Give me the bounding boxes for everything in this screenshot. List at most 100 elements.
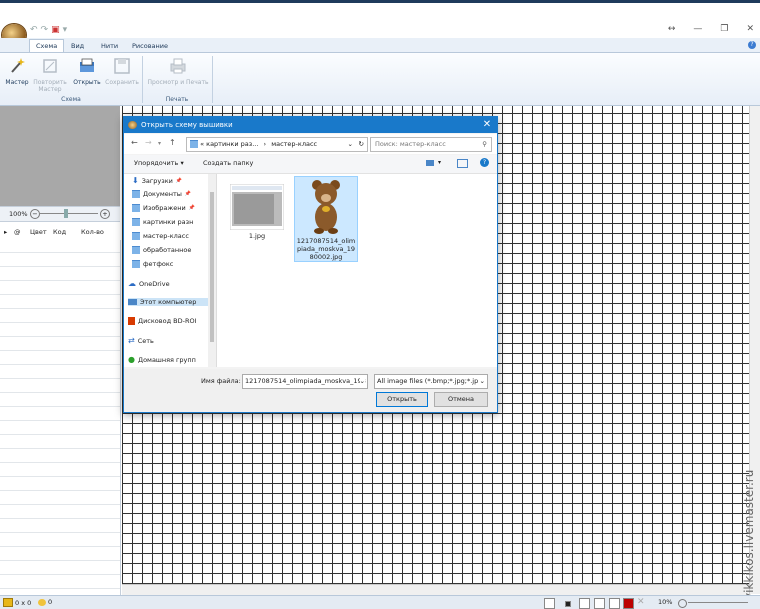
nav-item-folder-master-class[interactable]: мастер-класс xyxy=(132,232,214,240)
preview-pane-icon[interactable] xyxy=(457,159,468,168)
file-name-row: Имя файла: 1217087514_olimpiada_moskva_1… xyxy=(124,369,497,412)
palette-icon[interactable]: ▣ xyxy=(51,25,60,35)
file-name-line-2: piada_moskva_19 xyxy=(296,245,356,253)
print-preview-button[interactable]: Просмотр и Печать xyxy=(146,57,210,86)
nav-scrollbar-thumb[interactable] xyxy=(210,192,214,342)
open-button[interactable]: Открыть xyxy=(72,57,102,86)
close-button[interactable]: ✕ xyxy=(746,24,754,34)
status-bar: 0 x 0 0 ✕ 10% xyxy=(0,595,760,609)
column-code[interactable]: Код xyxy=(53,228,66,236)
preview-area xyxy=(0,106,120,206)
recent-dropdown-icon[interactable]: ▾ xyxy=(158,140,161,147)
nav-label: Дисковод BD-ROI xyxy=(138,317,197,325)
repeat-wizard-button[interactable]: Повторить Мастер xyxy=(33,57,67,93)
grid-tool-icon[interactable] xyxy=(544,598,555,609)
nav-item-this-pc[interactable]: Этот компьютер xyxy=(128,298,210,306)
column-color[interactable]: Цвет xyxy=(30,228,47,236)
open-label: Открыть xyxy=(73,79,101,86)
nav-item-pictures[interactable]: Изображени 📌 xyxy=(132,204,214,212)
zoom-slider-thumb[interactable] xyxy=(64,209,68,218)
nav-item-homegroup[interactable]: ● Домашняя групп xyxy=(128,355,210,364)
status-zoom-out-button[interactable] xyxy=(678,599,687,608)
nav-item-documents[interactable]: Документы 📌 xyxy=(132,190,214,198)
undo-icon[interactable]: ↶ xyxy=(30,25,38,35)
backstitch-tool-icon[interactable] xyxy=(609,598,620,609)
help-icon[interactable]: ? xyxy=(748,41,756,49)
breadcrumb-current[interactable]: мастер-класс xyxy=(271,140,317,148)
horizontal-scrollbar[interactable] xyxy=(122,584,749,595)
dialog-close-button[interactable]: ✕ xyxy=(481,117,493,133)
nav-item-network[interactable]: ⇄ Сеть xyxy=(128,336,210,345)
quarter-stitch-tool-icon[interactable] xyxy=(594,598,605,609)
half-stitch-tool-icon[interactable] xyxy=(579,598,590,609)
maximize-button[interactable]: ❐ xyxy=(720,24,728,34)
tab-schema[interactable]: Схема xyxy=(29,39,65,52)
breadcrumb-separator: › xyxy=(263,140,267,148)
nav-item-downloads[interactable]: ⬇ Загрузки 📌 xyxy=(132,176,214,185)
eraser-icon[interactable]: ✕ xyxy=(637,597,645,607)
address-bar[interactable]: « картинки раз... › мастер-класс ⌄ ↻ xyxy=(186,137,368,152)
nav-item-folder-fetfox[interactable]: фетфокс xyxy=(132,260,214,268)
magic-wand-icon xyxy=(11,58,25,73)
printer-icon xyxy=(170,58,186,74)
full-stitch-tool-icon[interactable] xyxy=(565,601,571,607)
file-name-line-1: 1217087514_olim xyxy=(296,237,356,245)
breadcrumb-parent[interactable]: картинки раз... xyxy=(206,140,258,148)
status-zoom: 10% xyxy=(658,598,673,606)
save-button[interactable]: Сохранить xyxy=(104,57,140,86)
file-list: 1.jpg 1217087514_olim piada_moskva_19 80… xyxy=(217,174,497,367)
group-separator xyxy=(212,56,213,103)
back-arrow-icon[interactable]: ← xyxy=(131,138,138,147)
organize-button[interactable]: Упорядочить ▾ xyxy=(134,159,184,167)
nav-item-folder-pictures-misc[interactable]: картинки разн xyxy=(132,218,214,226)
nav-label: мастер-класс xyxy=(143,232,189,240)
cancel-button[interactable]: Отмена xyxy=(434,392,488,407)
view-dropdown-icon[interactable]: ▾ xyxy=(438,159,441,166)
wizard-button[interactable]: Мастер xyxy=(4,57,30,86)
status-zoom-slider[interactable] xyxy=(688,602,748,603)
zoom-out-button[interactable]: − xyxy=(30,209,40,219)
minimize-button[interactable]: — xyxy=(693,24,702,34)
column-count[interactable]: Кол-во xyxy=(81,228,104,236)
cloud-icon: ☁ xyxy=(128,279,136,288)
wizard-label: Мастер xyxy=(5,79,29,86)
refresh-icon[interactable]: ↻ xyxy=(359,138,364,151)
new-folder-button[interactable]: Создать папку xyxy=(203,159,253,167)
customize-dropdown-icon[interactable]: ▾ xyxy=(63,25,68,35)
canvas-size: 0 x 0 xyxy=(15,598,32,607)
file-item-selected[interactable]: 1217087514_olim piada_moskva_19 80002.jp… xyxy=(294,176,358,262)
search-icon: ⚲ xyxy=(482,140,487,148)
pictures-icon xyxy=(132,204,140,212)
folder-icon xyxy=(132,260,140,268)
breadcrumb-overflow[interactable]: « xyxy=(200,140,204,148)
file-item[interactable]: 1.jpg xyxy=(229,183,285,240)
nav-item-folder-processed[interactable]: обработанное xyxy=(132,246,214,254)
column-symbol[interactable]: @ xyxy=(14,228,21,236)
forward-arrow-icon[interactable]: → xyxy=(145,138,152,147)
tab-view[interactable]: Вид xyxy=(65,40,90,52)
file-type-dropdown-icon[interactable]: ⌄ xyxy=(479,375,485,388)
view-options-icon[interactable] xyxy=(426,160,434,166)
nav-item-onedrive[interactable]: ☁ OneDrive xyxy=(128,279,210,288)
search-input[interactable]: Поиск: мастер-класс ⚲ xyxy=(370,137,492,152)
restore-icon[interactable]: ↔ xyxy=(668,24,676,34)
navigation-pane: ⬇ Загрузки 📌 Документы 📌 Изображени 📌 ка… xyxy=(124,174,217,367)
file-name-dropdown-icon[interactable]: ⌄ xyxy=(359,375,365,388)
file-type-select[interactable]: All image files (*.bmp;*.jpg;*.jp ⌄ xyxy=(374,374,488,389)
zoom-bar: 100% − + xyxy=(0,206,120,222)
tab-threads[interactable]: Нити xyxy=(95,40,124,52)
nav-label: Загрузки xyxy=(141,176,173,185)
help-icon[interactable]: ? xyxy=(480,158,489,167)
up-arrow-icon[interactable]: ↑ xyxy=(169,138,176,147)
open-button[interactable]: Открыть xyxy=(376,392,428,407)
file-name-input[interactable]: 1217087514_olimpiada_moskva_198 ⌄ xyxy=(242,374,368,389)
color-tool-icon[interactable] xyxy=(623,598,634,609)
address-dropdown-icon[interactable]: ⌄ xyxy=(348,138,353,151)
zoom-slider[interactable] xyxy=(40,213,98,214)
nav-item-bd-rom[interactable]: Дисковод BD-ROI xyxy=(128,317,210,325)
zoom-in-button[interactable]: + xyxy=(100,209,110,219)
redo-icon[interactable]: ↷ xyxy=(41,25,49,35)
watermark: vikkikos.livemaster.ru xyxy=(742,469,756,600)
tab-drawing[interactable]: Рисование xyxy=(126,40,174,52)
title-bar xyxy=(0,0,760,36)
